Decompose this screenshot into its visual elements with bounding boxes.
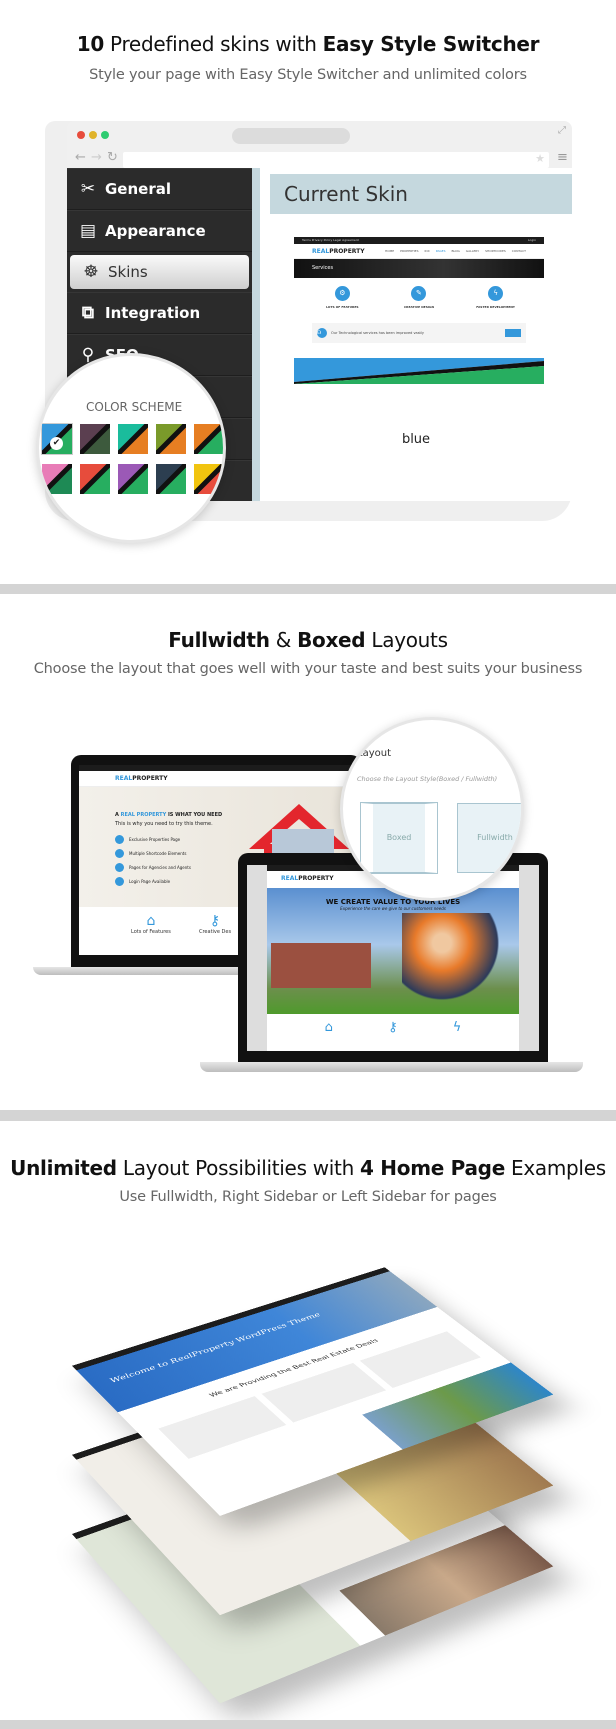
color-swatch[interactable] xyxy=(118,464,148,494)
back-feature: ⌂ Lots of Features xyxy=(131,913,171,935)
ship-wheel-icon: ☸ xyxy=(83,262,99,282)
preview-banner: Services xyxy=(294,259,544,278)
house-photo xyxy=(271,943,371,988)
preview-purchase-button xyxy=(505,329,521,337)
browser-tab[interactable] xyxy=(232,128,350,144)
key-icon: ⚷ xyxy=(209,913,221,929)
reload-icon[interactable]: ↻ xyxy=(107,150,118,165)
preview-nav: HOME PROPERTIES IDX PAGES BLOG GALLERY SHORTCO… xyxy=(385,249,526,253)
front-laptop-base xyxy=(200,1062,583,1072)
section-divider xyxy=(0,584,616,594)
address-bar[interactable]: ★ xyxy=(123,152,549,168)
preview-nav-item: PROPERTIES xyxy=(400,249,419,253)
color-swatch[interactable] xyxy=(156,424,186,454)
maximize-dot-icon[interactable] xyxy=(101,131,109,139)
layout-hint: Choose the Layout Style(Boxed / Fullwidt… xyxy=(357,775,498,783)
front-laptop-screen: REALPROPERTY WE CREATE VALUE TO YOUR LIV… xyxy=(247,865,539,1051)
front-subheading: Experience the care we give to our custo… xyxy=(340,906,446,911)
preview-feature: ⚙ LOTS OF FEATURES xyxy=(307,286,377,309)
sidebar-item-general[interactable]: ✂ General xyxy=(67,168,252,210)
sidebar-item-label: Appearance xyxy=(105,222,206,240)
sidebar-item-integration[interactable]: ⧉ Integration xyxy=(67,292,252,334)
preview-nav-item: SHORTCODES xyxy=(485,249,506,253)
section-divider xyxy=(0,1110,616,1121)
minimize-dot-icon[interactable] xyxy=(89,131,97,139)
gears-icon: ⚙ xyxy=(334,286,350,301)
layered-pages-stack: Welcome to RealProperty WordPress Theme … xyxy=(60,1230,560,1704)
bullet-icon xyxy=(115,849,124,858)
color-swatch[interactable] xyxy=(194,424,223,454)
color-scheme-label: COLOR SCHEME xyxy=(86,400,183,414)
preview-top-links: Terms Privacy Policy Legal Agreement xyxy=(302,238,359,242)
section1-title: 10 Predefined skins with Easy Style Swit… xyxy=(76,32,540,56)
headset-icon: ☊ xyxy=(317,328,327,338)
preview-logo: REALPROPERTY xyxy=(312,247,365,255)
section1-subtitle: Style your page with Easy Style Switcher… xyxy=(89,67,527,83)
preview-feature: ✎ CREATIVE DESIGN xyxy=(384,286,454,309)
sidebar-item-label: Skins xyxy=(108,263,148,281)
color-swatch[interactable] xyxy=(80,424,110,454)
preview-header: REALPROPERTY HOME PROPERTIES IDX PAGES BLOG G… xyxy=(294,244,544,259)
bolt-icon: ϟ xyxy=(488,286,504,301)
color-scheme-magnifier: COLOR SCHEME ✔ xyxy=(36,353,226,543)
section3-subtitle: Use Fullwidth, Right Sidebar or Left Sid… xyxy=(119,1189,497,1205)
sidebar-item-label: Integration xyxy=(105,304,201,322)
checkmark-icon: ✔ xyxy=(50,437,63,450)
preview-nav-item: GALLERY xyxy=(465,249,480,253)
preview-nav-item: BLOG xyxy=(451,249,460,253)
boxed-option[interactable]: Boxed xyxy=(360,802,438,874)
fullwidth-option[interactable]: Fullwidth xyxy=(457,803,521,873)
home-icon: ⌂ xyxy=(324,1020,333,1035)
family-photo xyxy=(402,913,502,1013)
panel-title: Current Skin xyxy=(270,174,572,214)
front-heading: WE CREATE VALUE TO YOUR LIVES xyxy=(325,898,461,906)
back-feature: ⚷ Creative Des xyxy=(199,913,232,935)
preview-color-strip xyxy=(294,358,544,384)
section2-title: Fullwidth & Boxed Layouts xyxy=(168,628,448,652)
bullet-icon xyxy=(115,877,124,886)
menu-icon[interactable]: ≡ xyxy=(557,150,568,165)
preview-nav-item: PAGES xyxy=(435,249,446,253)
skin-name: blue xyxy=(401,432,431,447)
color-swatch[interactable]: ✔ xyxy=(41,423,73,455)
preview-callout: ☊ Our Technological services has been imp… xyxy=(312,323,526,343)
color-swatch[interactable] xyxy=(118,424,148,454)
skin-panel: Current Skin Terms Privacy Policy Legal … xyxy=(260,168,572,501)
color-swatch[interactable] xyxy=(194,464,223,494)
color-swatch[interactable] xyxy=(156,464,186,494)
section2-subtitle: Choose the layout that goes well with yo… xyxy=(33,661,583,677)
window-cursor-icon: ⧉ xyxy=(81,303,95,323)
home-icon: ⌂ xyxy=(146,913,156,929)
back-arrow-icon[interactable]: ← xyxy=(75,150,86,165)
forward-arrow-icon[interactable]: → xyxy=(91,150,102,165)
skin-preview: Terms Privacy Policy Legal Agreement Logi… xyxy=(294,237,544,419)
preview-login: Login xyxy=(527,238,536,242)
sidebar-item-label: General xyxy=(105,180,171,198)
pencil-icon: ✎ xyxy=(411,286,427,301)
preview-nav-item: HOME xyxy=(385,249,395,253)
color-swatch[interactable] xyxy=(42,464,72,494)
wrench-screwdriver-icon: ✂ xyxy=(80,179,96,199)
preview-nav-item: IDX xyxy=(424,249,430,253)
sidebar-separator xyxy=(252,168,260,501)
star-icon[interactable]: ★ xyxy=(535,152,545,165)
section-divider xyxy=(0,1720,616,1729)
bullet-icon xyxy=(115,835,124,844)
expand-icon[interactable]: ⤢ xyxy=(558,125,566,136)
color-swatch[interactable] xyxy=(80,464,110,494)
bolt-icon: ϟ xyxy=(452,1020,462,1035)
close-dot-icon[interactable] xyxy=(77,131,85,139)
preview-feature: ϟ FASTER DEVELOPMENT xyxy=(461,286,531,309)
sidebar-item-appearance[interactable]: ▤ Appearance xyxy=(67,210,252,252)
key-icon: ⚷ xyxy=(388,1020,398,1035)
newspaper-icon: ▤ xyxy=(79,221,97,241)
layout-label: Layout xyxy=(357,748,391,759)
sidebar-item-skins[interactable]: ☸ Skins xyxy=(70,255,249,289)
section3-title: Unlimited Layout Possibilities with 4 Ho… xyxy=(10,1156,606,1180)
bullet-icon xyxy=(115,863,124,872)
layout-magnifier: Layout Choose the Layout Style(Boxed / F… xyxy=(340,717,524,901)
preview-nav-item: CONTACT xyxy=(511,249,526,253)
preview-features: ⚙ LOTS OF FEATURES ✎ CREATIVE DESIGN ϟ FAST… xyxy=(294,278,544,309)
preview-topbar: Terms Privacy Policy Legal Agreement Logi… xyxy=(294,237,544,244)
